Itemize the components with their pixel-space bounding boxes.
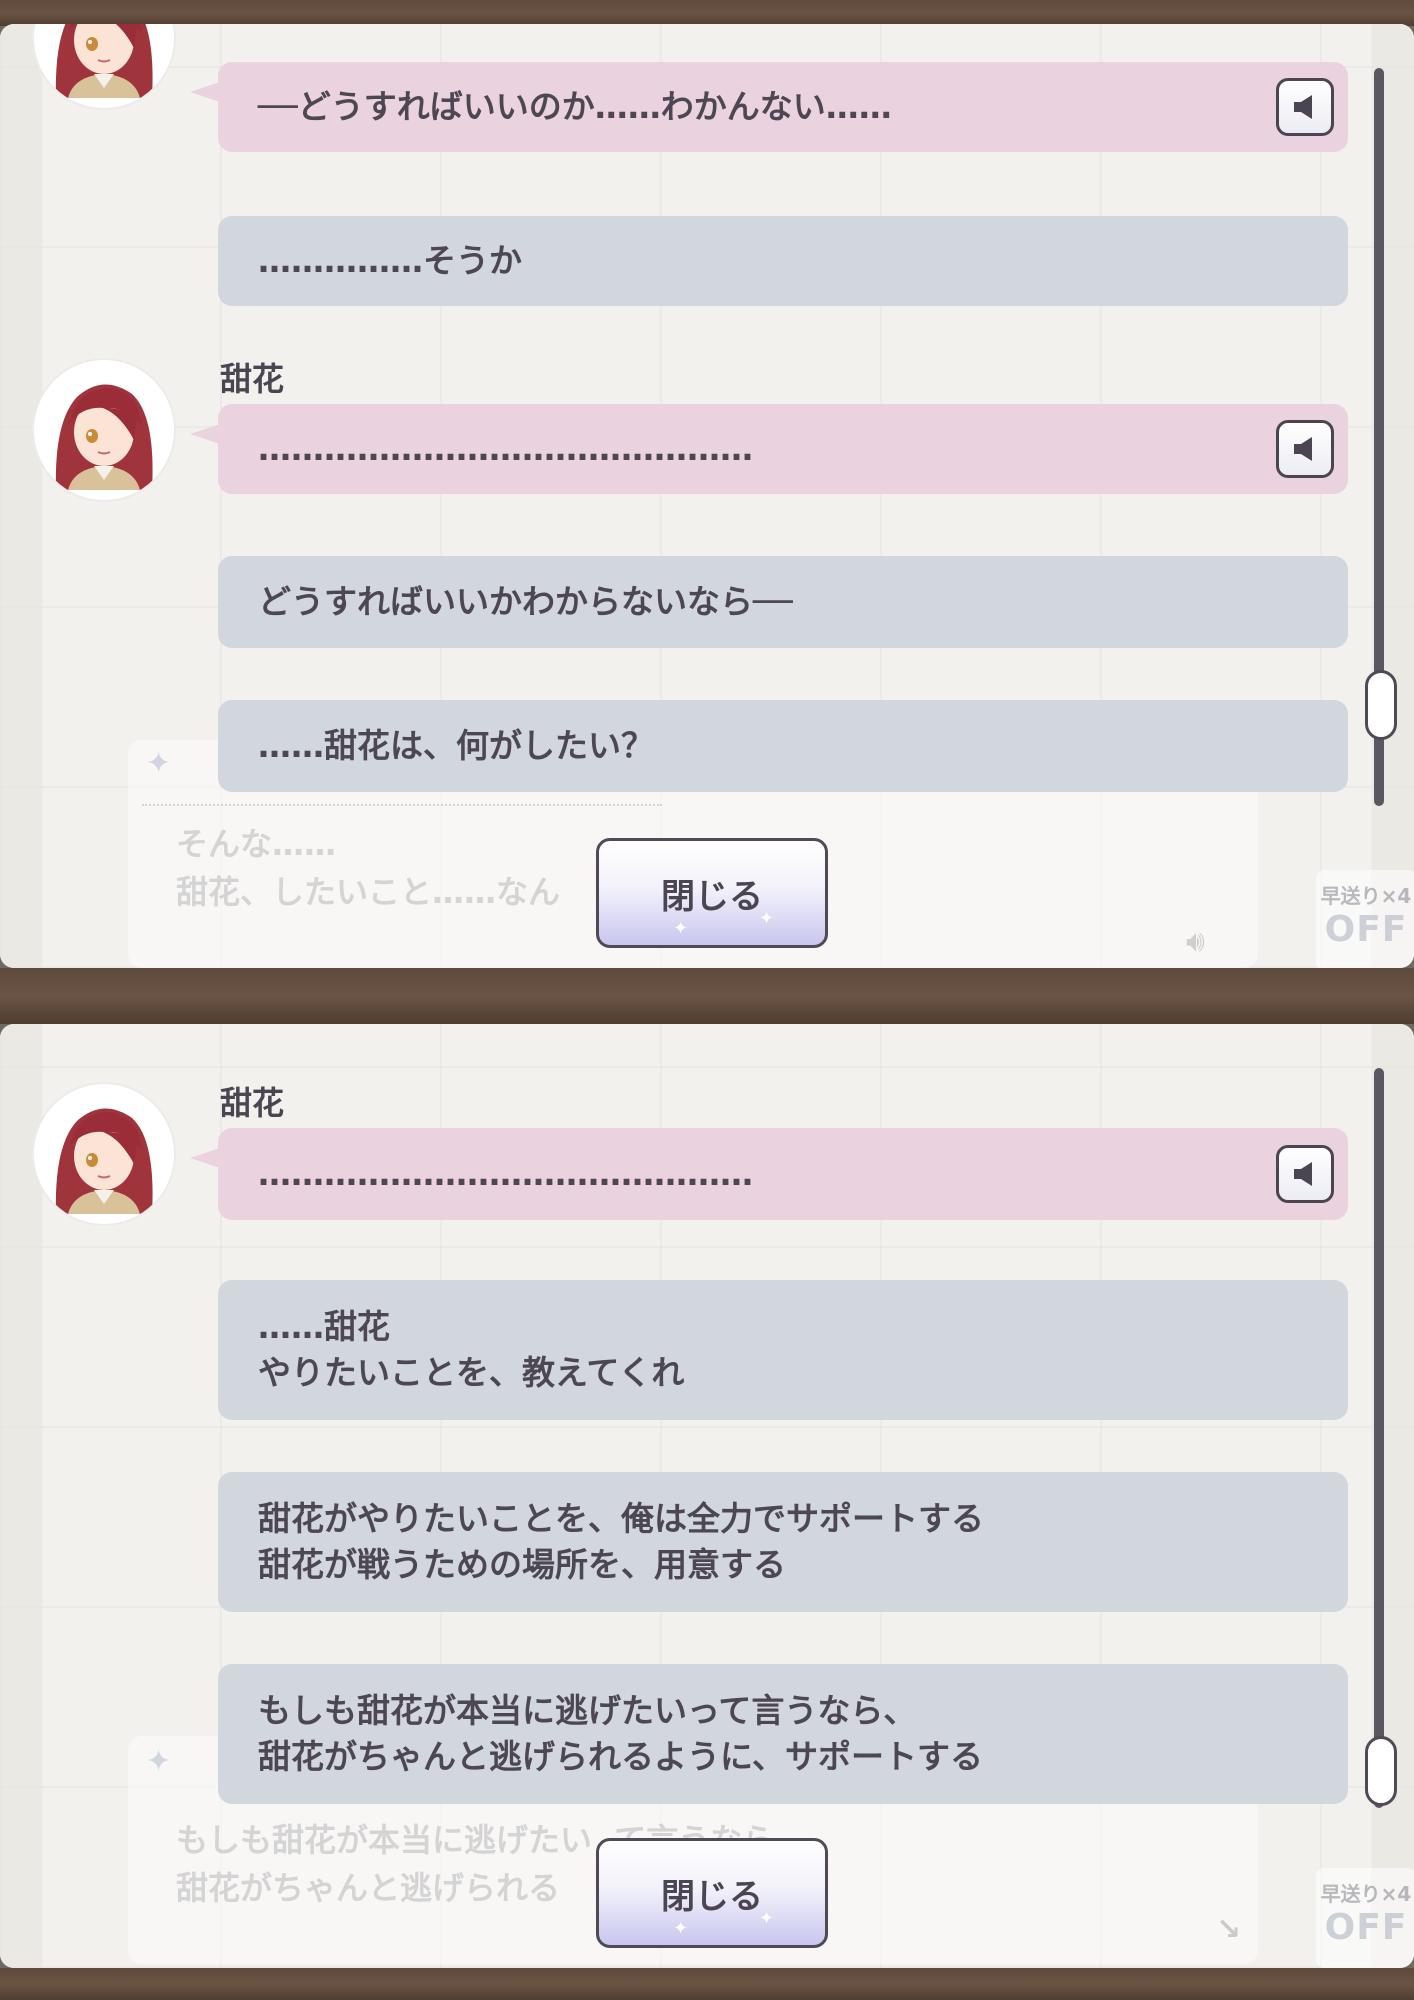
- dialogue-text: ………………………………………: [258, 1154, 753, 1193]
- speaker-name: 甜花: [220, 360, 285, 398]
- dialogue-bubble-idol: ──どうすればいいのか……わかんない……: [190, 62, 1348, 152]
- close-button-label: 閉じる: [661, 876, 763, 917]
- background-top: [0, 0, 1414, 26]
- dialogue-bubble-producer: もしも甜花が本当に逃げたいって言うなら、 甜花がちゃんと逃げられるように、サポー…: [218, 1664, 1348, 1804]
- dialogue-text: ………………………………………: [258, 429, 753, 468]
- skip-state: OFF: [1324, 909, 1408, 950]
- dialogue-bubble-idol: ………………………………………: [190, 1128, 1348, 1220]
- dialogue-bubble-producer: 甜花がやりたいことを、俺は全力でサポートする 甜花が戦うための場所を、用意する: [218, 1472, 1348, 1612]
- background-middle: [0, 968, 1414, 1024]
- dialogue-bubble-producer: ……甜花は、何がしたい？: [218, 700, 1348, 792]
- dialogue-text: もしも甜花が本当に逃げたいって言うなら、 甜花がちゃんと逃げられるように、サポー…: [258, 1691, 984, 1776]
- voice-replay-button[interactable]: [1276, 78, 1334, 136]
- dialogue-bubble-idol: ………………………………………: [190, 404, 1348, 494]
- bubble-tail: [190, 1148, 220, 1168]
- log-panel-top: ✦ そんな…… 甜花、したいこと……なん 🔊︎ 早送り×4 OFF ──どうすれ…: [0, 24, 1414, 968]
- skip-state: OFF: [1324, 1907, 1408, 1948]
- speaker-name: 甜花: [220, 1084, 285, 1122]
- voice-replay-button[interactable]: [1276, 1145, 1334, 1203]
- close-button[interactable]: 閉じる ✦ ✦: [596, 838, 828, 948]
- speaker-icon: [1294, 95, 1312, 119]
- tenka-avatar: [34, 1084, 174, 1224]
- bubble-tail: [190, 424, 220, 444]
- sparkle-icon: ✦: [673, 1918, 689, 1939]
- close-button[interactable]: 閉じる ✦ ✦: [596, 1838, 828, 1948]
- dialogue-bubble-producer: ……甜花 やりたいことを、教えてくれ: [218, 1280, 1348, 1420]
- dialogue-text: どうすればいいかわからないなら──: [258, 582, 793, 621]
- bubble-tail: [190, 82, 220, 102]
- speaker-icon: [1294, 437, 1312, 461]
- speaker-icon: [1294, 1162, 1312, 1186]
- dialogue-text: ……甜花は、何がしたい？: [258, 726, 654, 765]
- dialogue-text: ……甜花 やりたいことを、教えてくれ: [258, 1307, 685, 1392]
- scrollbar-thumb[interactable]: [1365, 670, 1397, 740]
- scrollbar-thumb[interactable]: [1365, 1736, 1397, 1806]
- background-text-line: 甜花、したいこと……なん: [176, 873, 561, 911]
- sparkle-icon: ✦: [759, 908, 775, 929]
- tenka-avatar: [34, 360, 174, 500]
- background-text-line: そんな……: [176, 825, 337, 863]
- dialogue-bubble-producer: どうすればいいかわからないなら──: [218, 556, 1348, 648]
- speaker-icon: 🔊︎: [1186, 924, 1205, 959]
- skip-label: 早送り×4: [1320, 884, 1412, 908]
- star-icon: ✦: [146, 746, 172, 781]
- dialogue-text: ……………そうか: [258, 241, 522, 280]
- log-panel-bottom: ✦ もしも甜花が本当に逃げたい て言うなら 甜花がちゃんと逃げられる ートする …: [0, 1024, 1414, 1968]
- background-name-divider: [142, 804, 662, 806]
- dialogue-text: ──どうすればいいのか……わかんない……: [258, 87, 892, 126]
- skip-toggle[interactable]: 早送り×4 OFF: [1316, 870, 1414, 968]
- voice-replay-button[interactable]: [1276, 420, 1334, 478]
- sparkle-icon: ✦: [759, 1908, 775, 1929]
- star-icon: ✦: [146, 1744, 172, 1779]
- dialogue-text: 甜花がやりたいことを、俺は全力でサポートする 甜花が戦うための場所を、用意する: [258, 1499, 984, 1584]
- scrollbar-track[interactable]: [1374, 1068, 1384, 1808]
- sparkle-icon: ✦: [673, 918, 689, 939]
- skip-toggle[interactable]: 早送り×4 OFF: [1316, 1868, 1414, 1968]
- background-bottom: [0, 1968, 1414, 2000]
- dialogue-bubble-producer: ……………そうか: [218, 216, 1348, 306]
- close-button-label: 閉じる: [661, 1876, 763, 1917]
- skip-label: 早送り×4: [1320, 1882, 1412, 1906]
- arrow-down-right-icon: ↘: [1216, 1912, 1242, 1947]
